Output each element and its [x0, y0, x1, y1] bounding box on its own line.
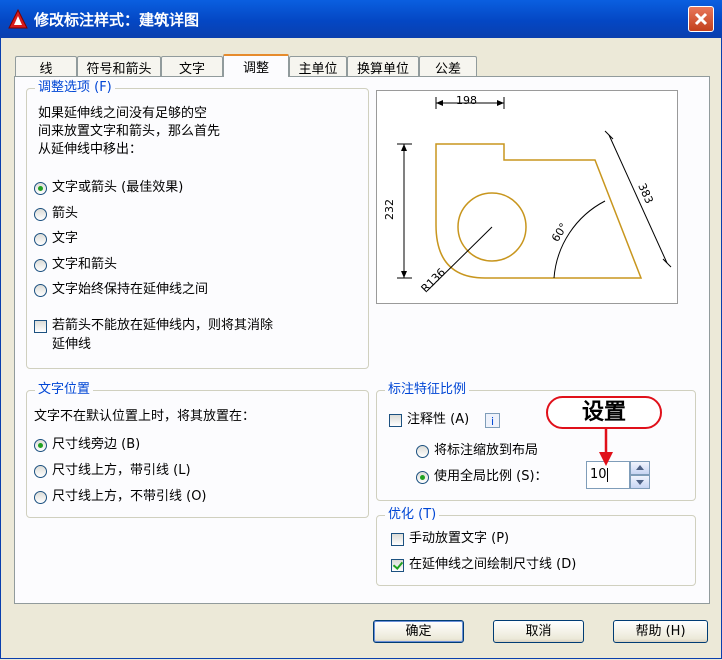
- window-title: 修改标注样式：建筑详图: [34, 11, 200, 29]
- fit-option-text-label[interactable]: 文字: [52, 230, 78, 248]
- placement-over-no-leader-label[interactable]: 尺寸线上方，不带引线 (O): [52, 488, 207, 506]
- manual-place-text-checkbox[interactable]: [391, 533, 404, 546]
- global-scale-value: 10: [590, 467, 607, 482]
- text-caret: [606, 467, 608, 482]
- spin-up-button[interactable]: [630, 461, 650, 475]
- spin-down-button[interactable]: [630, 475, 650, 489]
- use-global-scale-label[interactable]: 使用全局比例 (S)：: [434, 468, 548, 486]
- fit-option-both-radio[interactable]: [34, 259, 47, 272]
- autocad-app-icon: [8, 9, 28, 29]
- placement-beside-label[interactable]: 尺寸线旁边 (B): [52, 436, 140, 454]
- tab-tolerances[interactable]: 公差: [419, 56, 477, 77]
- fit-option-always-keep-radio[interactable]: [34, 284, 47, 297]
- suppress-arrows-label-1[interactable]: 若箭头不能放在延伸线内，则将其消除: [52, 317, 273, 335]
- fit-option-arrows-radio[interactable]: [34, 208, 47, 221]
- spin-down-icon: [636, 480, 644, 485]
- suppress-arrows-label-2[interactable]: 延伸线: [52, 336, 91, 354]
- fit-option-best-fit-radio[interactable]: [34, 182, 47, 195]
- fit-option-arrows-label[interactable]: 箭头: [52, 205, 78, 223]
- preview-drawing: [397, 97, 672, 292]
- placement-beside-radio[interactable]: [34, 439, 47, 452]
- scale-to-layout-label[interactable]: 将标注缩放到布局: [434, 442, 538, 460]
- fit-option-text-radio[interactable]: [34, 233, 47, 246]
- preview-width-label: 198: [456, 94, 477, 107]
- fit-options-title: 调整选项 (F): [35, 80, 115, 96]
- info-icon[interactable]: i: [485, 413, 500, 428]
- close-button[interactable]: [688, 6, 714, 32]
- spin-up-icon: [636, 465, 644, 470]
- close-icon: [694, 12, 708, 26]
- tab-primary-units[interactable]: 主单位: [289, 56, 347, 77]
- draw-dim-line-label[interactable]: 在延伸线之间绘制尺寸线 (D): [409, 556, 576, 574]
- fit-option-both-label[interactable]: 文字和箭头: [52, 256, 117, 274]
- use-global-scale-radio[interactable]: [416, 471, 429, 484]
- preview-height-label: 232: [383, 199, 396, 220]
- placement-over-no-leader-radio[interactable]: [34, 491, 47, 504]
- fine-tuning-group: 优化 (T): [376, 507, 696, 586]
- tab-lines[interactable]: 线: [15, 56, 77, 77]
- tab-text[interactable]: 文字: [161, 56, 223, 77]
- manual-place-text-label[interactable]: 手动放置文字 (P): [409, 530, 509, 548]
- help-button[interactable]: 帮助 (H): [613, 620, 708, 643]
- fit-description-line-1: 如果延伸线之间没有足够的空: [38, 106, 208, 121]
- scale-group-title: 标注特征比例: [385, 382, 470, 398]
- cancel-button[interactable]: 取消: [493, 620, 584, 643]
- draw-dim-line-checkbox[interactable]: [391, 559, 404, 572]
- placement-over-leader-label[interactable]: 尺寸线上方，带引线 (L): [52, 462, 191, 480]
- setting-callout: 设置: [546, 396, 662, 429]
- fine-tuning-title: 优化 (T): [385, 507, 440, 523]
- tab-alternate-units[interactable]: 换算单位: [347, 56, 419, 77]
- tab-symbols-arrows[interactable]: 符号和箭头: [77, 56, 161, 77]
- fit-description-line-3: 从延伸线中移出：: [38, 142, 143, 157]
- title-bar[interactable]: 修改标注样式：建筑详图: [0, 0, 722, 39]
- text-placement-title: 文字位置: [35, 382, 94, 398]
- fit-option-best-fit-label[interactable]: 文字或箭头 (最佳效果): [52, 179, 183, 197]
- text-placement-description: 文字不在默认位置上时，将其放置在：: [34, 409, 256, 424]
- suppress-arrows-checkbox[interactable]: [34, 320, 47, 333]
- fit-option-always-keep-label[interactable]: 文字始终保持在延伸线之间: [52, 281, 208, 299]
- ok-button[interactable]: 确定: [373, 620, 464, 643]
- dimension-preview: 198 232 383 60° R136: [376, 90, 678, 304]
- placement-over-leader-radio[interactable]: [34, 465, 47, 478]
- scale-to-layout-radio[interactable]: [416, 445, 429, 458]
- tab-fit[interactable]: 调整: [223, 54, 289, 77]
- annotative-label[interactable]: 注释性 (A): [407, 411, 469, 429]
- annotative-checkbox[interactable]: [389, 414, 402, 427]
- callout-arrow-icon: [599, 428, 613, 466]
- fit-description-line-2: 间来放置文字和箭头，那么首先: [38, 124, 221, 139]
